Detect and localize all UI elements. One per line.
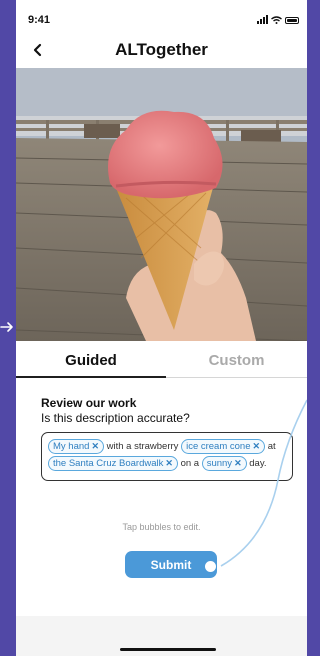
- battery-icon: [285, 17, 299, 24]
- phone-screen: 9:41 ALTogether Guided Custom Review our…: [16, 0, 307, 656]
- status-bar: 9:41: [16, 0, 307, 34]
- close-icon[interactable]: ✕: [234, 458, 242, 468]
- close-icon[interactable]: ✕: [253, 441, 261, 451]
- pill-sunny[interactable]: sunny ✕: [201, 456, 247, 471]
- wifi-icon: [271, 16, 282, 24]
- home-indicator[interactable]: [120, 648, 216, 651]
- pill-ice-cream-cone[interactable]: ice cream cone ✕: [181, 439, 266, 454]
- tab-divider: [166, 377, 307, 378]
- description-text: at: [267, 441, 276, 452]
- review-question: Is this description accurate?: [41, 411, 190, 425]
- status-time: 9:41: [28, 14, 51, 26]
- edit-hint: Tap bubbles to edit.: [122, 522, 201, 532]
- tab-custom[interactable]: Custom: [166, 343, 307, 377]
- home-bar: [16, 616, 307, 656]
- pill-santa-cruz-boardwalk[interactable]: the Santa Cruz Boardwalk ✕: [48, 456, 178, 471]
- close-icon[interactable]: ✕: [91, 441, 99, 451]
- pill-my-hand[interactable]: My hand ✕: [48, 439, 104, 454]
- nav-bar: ALTogether: [16, 36, 307, 64]
- description-box: My hand ✕ with a strawberry ice cream con…: [41, 432, 293, 481]
- close-icon[interactable]: ✕: [165, 458, 173, 468]
- signal-icon: [257, 15, 268, 24]
- ice-cream-photo: [16, 68, 307, 341]
- active-tab-underline: [16, 376, 166, 378]
- review-heading: Review our work: [41, 396, 137, 410]
- description-text: day.: [249, 458, 267, 469]
- side-arrow-icon: [0, 322, 13, 332]
- description-text: with a strawberry: [106, 441, 179, 452]
- description-text: on a: [180, 458, 200, 469]
- tab-guided[interactable]: Guided: [16, 343, 166, 377]
- submit-knob-icon: [204, 560, 217, 573]
- mode-tabs: Guided Custom: [16, 343, 307, 378]
- status-icons: [257, 15, 299, 24]
- page-title: ALTogether: [115, 40, 208, 59]
